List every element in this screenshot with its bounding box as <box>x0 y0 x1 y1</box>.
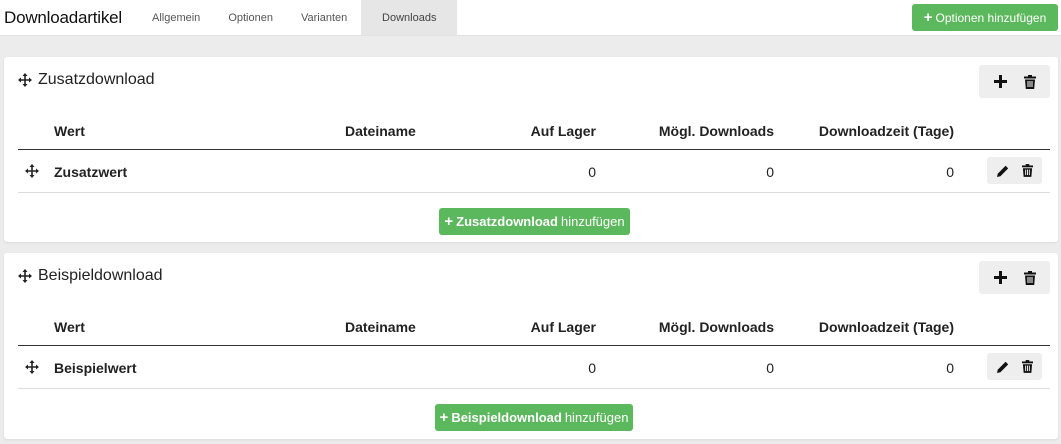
add-button-label-bold: Beispieldownload <box>451 410 562 425</box>
column-header-downloadzeit: Downloadzeit (Tage) <box>818 123 954 139</box>
tab-optionen[interactable]: Optionen <box>214 0 287 35</box>
move-icon[interactable] <box>18 269 32 283</box>
tab-bar: Allgemein Optionen Varianten Downloads <box>138 0 458 35</box>
add-button-label-bold: Zusatzdownload <box>456 214 558 229</box>
panel-title: Beispieldownload <box>38 267 163 284</box>
row-wert: Beispielwert <box>54 360 137 376</box>
row-wert: Zusatzwert <box>54 164 128 180</box>
panel-actions <box>979 65 1050 98</box>
column-header-wert: Wert <box>54 319 85 335</box>
row-auf-lager: 0 <box>588 164 596 180</box>
tab-downloads[interactable]: Downloads <box>361 0 458 35</box>
panel-actions <box>979 261 1050 294</box>
table-header-divider <box>18 149 1050 150</box>
row-moegl-downloads: 0 <box>766 164 774 180</box>
panel-header: Beispieldownload <box>18 267 163 285</box>
column-header-downloadzeit: Downloadzeit (Tage) <box>818 319 954 335</box>
download-panel-beispieldownload: Beispieldownload Wert Dateiname Auf Lage… <box>4 253 1058 439</box>
row-auf-lager: 0 <box>588 360 596 376</box>
pencil-icon[interactable] <box>996 361 1009 373</box>
column-header-moegl-downloads: Mögl. Downloads <box>658 319 774 335</box>
trash-icon[interactable] <box>1023 74 1036 89</box>
tab-varianten[interactable]: Varianten <box>287 0 361 35</box>
add-button-label-rest: hinzufügen <box>564 410 629 425</box>
column-header-auf-lager: Auf Lager <box>530 123 596 139</box>
plus-icon[interactable] <box>993 271 1007 284</box>
table-row-divider <box>18 388 1050 389</box>
pencil-icon[interactable] <box>996 165 1009 177</box>
trash-icon[interactable] <box>1021 164 1033 177</box>
add-beispieldownload-button[interactable]: + Beispieldownload hinzufügen <box>435 404 633 431</box>
row-moegl-downloads: 0 <box>766 360 774 376</box>
add-button-label-rest: hinzufügen <box>560 214 625 229</box>
row-downloadzeit: 0 <box>946 164 954 180</box>
trash-icon[interactable] <box>1023 270 1036 285</box>
move-icon[interactable] <box>25 164 39 178</box>
row-downloadzeit: 0 <box>946 360 954 376</box>
column-header-moegl-downloads: Mögl. Downloads <box>658 123 774 139</box>
plus-icon: + <box>444 212 454 230</box>
plus-icon[interactable] <box>993 75 1007 88</box>
plus-icon: + <box>923 8 933 26</box>
row-actions <box>987 353 1042 380</box>
row-actions <box>987 157 1042 184</box>
page-title: Downloadartikel <box>4 8 122 27</box>
column-header-dateiname: Dateiname <box>345 319 416 335</box>
add-zusatzdownload-button[interactable]: + Zusatzdownload hinzufügen <box>439 208 630 235</box>
add-options-button[interactable]: + Optionen hinzufügen <box>912 4 1058 31</box>
move-icon[interactable] <box>25 360 39 374</box>
column-header-dateiname: Dateiname <box>345 123 416 139</box>
panel-header: Zusatzdownload <box>18 71 155 89</box>
add-options-label: Optionen hinzufügen <box>935 10 1047 25</box>
download-panel-zusatzdownload: Zusatzdownload Wert Dateiname Auf Lager … <box>4 57 1058 242</box>
table-row-divider <box>18 192 1050 193</box>
plus-icon: + <box>439 408 449 426</box>
move-icon[interactable] <box>18 73 32 87</box>
table-header-divider <box>18 345 1050 346</box>
tab-allgemein[interactable]: Allgemein <box>138 0 214 35</box>
trash-icon[interactable] <box>1021 360 1033 373</box>
column-header-auf-lager: Auf Lager <box>530 319 596 335</box>
top-bar: Downloadartikel Allgemein Optionen Varia… <box>0 0 1061 36</box>
panel-title: Zusatzdownload <box>38 71 155 88</box>
column-header-wert: Wert <box>54 123 85 139</box>
